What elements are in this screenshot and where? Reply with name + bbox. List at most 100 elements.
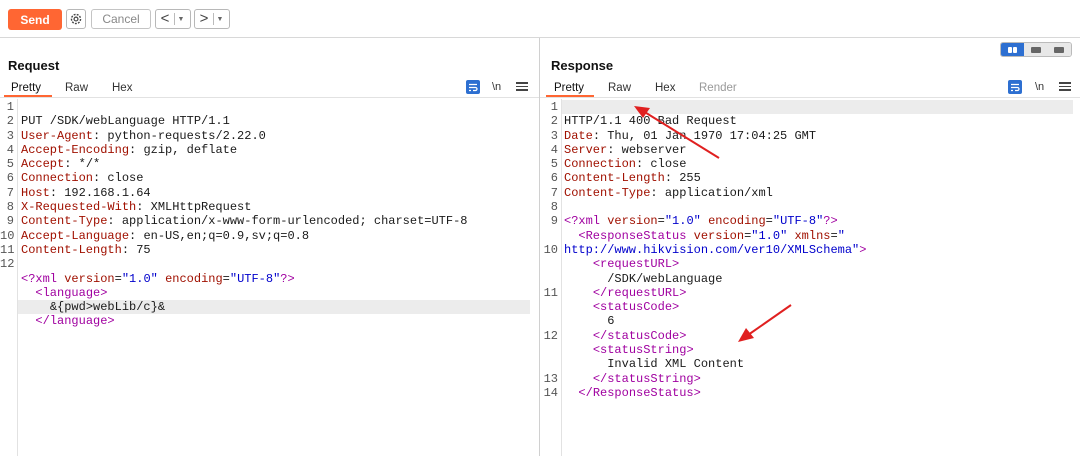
request-header-line: Content-Type: application/x-www-form-url… (21, 214, 468, 229)
line-number: 5 (6, 157, 14, 172)
response-xml-root-close: </ResponseStatus> (578, 385, 701, 400)
line-number (540, 257, 558, 271)
line-number: 12 (543, 328, 558, 343)
line-number: 2 (6, 114, 14, 129)
line-number: 9 (6, 214, 14, 229)
request-header-line: Connection: close (21, 171, 144, 186)
line-number (0, 272, 14, 286)
line-number: 12 (0, 257, 15, 272)
response-xml-declaration: <?xml version="1.0" encoding="UTF-8"?> (564, 214, 838, 229)
layout-top-bottom-icon[interactable] (1024, 43, 1048, 56)
request-wrap-icon[interactable] (466, 80, 480, 94)
line-number: 7 (550, 185, 558, 200)
request-editor[interactable]: PUT /SDK/webLanguage HTTP/1.1 User-Agent:… (21, 100, 467, 343)
response-xml-statuscode-open: <statusCode> (592, 300, 680, 315)
response-title: Response (551, 58, 614, 73)
line-number: 3 (550, 128, 558, 143)
response-xml-namespace: http://www.hikvision.com/ver10/XMLSchema… (564, 242, 867, 257)
request-tab-hex[interactable]: Hex (112, 80, 132, 98)
line-number: 7 (6, 185, 14, 200)
line-number (0, 300, 14, 314)
settings-button[interactable] (66, 9, 86, 29)
response-header-line: Date: Thu, 01 Jan 1970 17:04:25 GMT (564, 128, 817, 143)
request-newline-icon[interactable]: \n (492, 81, 501, 93)
response-xml-requesturl-close: </requestURL> (592, 285, 687, 300)
response-editor[interactable]: HTTP/1.1 400 Bad Request Date: Thu, 01 Ja… (564, 100, 866, 415)
request-xml-content: &{pwd>webLib/c}& (49, 300, 166, 315)
line-number: 4 (550, 142, 558, 157)
response-wrap-icon[interactable] (1008, 80, 1022, 94)
line-number: 6 (6, 171, 14, 186)
response-xml-statusstring-close: </statusString> (592, 371, 701, 386)
response-xml-statusstring-value: Invalid XML Content (607, 357, 745, 372)
line-number (540, 343, 558, 357)
line-number (0, 286, 14, 300)
response-header-line: Content-Type: application/xml (564, 185, 773, 200)
request-xml-open-tag: <language> (35, 285, 108, 300)
line-number (540, 272, 558, 286)
request-xml-declaration: <?xml version="1.0" encoding="UTF-8"?> (21, 271, 295, 286)
line-number: 6 (550, 171, 558, 186)
line-number: 11 (543, 285, 558, 300)
response-tab-raw[interactable]: Raw (608, 80, 631, 98)
response-header-line: Content-Length: 255 (564, 171, 701, 186)
layout-side-by-side-icon[interactable] (1001, 43, 1025, 56)
forward-dropdown-icon[interactable]: ▼ (214, 16, 226, 23)
line-number: 10 (543, 242, 558, 257)
response-newline-icon[interactable]: \n (1035, 81, 1044, 93)
forward-nav-group: > ▼ (194, 9, 230, 29)
response-header-line: Server: webserver (564, 142, 687, 157)
line-number: 10 (0, 228, 15, 243)
line-number: 13 (543, 371, 558, 386)
back-nav-group: < ▼ (155, 9, 191, 29)
response-line-numbers: 123456789 10 11 12 13 14 (540, 100, 558, 400)
request-header-line: User-Agent: python-requests/2.22.0 (21, 128, 266, 143)
line-number: 4 (6, 142, 14, 157)
response-tab-render[interactable]: Render (699, 80, 737, 98)
layout-single-icon[interactable] (1047, 43, 1071, 56)
request-header-line: Host: 192.168.1.64 (21, 185, 151, 200)
line-number: 1 (550, 100, 558, 114)
line-number: 14 (543, 385, 558, 400)
line-number: 2 (550, 114, 558, 129)
request-header-line: Content-Length: 75 (21, 242, 151, 257)
response-xml-statuscode-value: 6 (607, 314, 615, 329)
line-number: 1 (6, 100, 14, 114)
response-xml-requesturl-open: <requestURL> (592, 257, 680, 272)
request-header-line: Accept: */* (21, 157, 101, 172)
line-number: 8 (6, 200, 14, 215)
request-line-numbers: 1 2 3 4 5 6 7 8 9 10 11 12 (0, 100, 14, 314)
layout-toggle (1000, 42, 1072, 57)
line-number (540, 229, 558, 243)
response-menu-icon[interactable] (1059, 80, 1071, 92)
back-arrow-icon[interactable]: < (156, 10, 174, 28)
gear-icon (70, 13, 82, 25)
line-number (540, 300, 558, 314)
response-status-line: HTTP/1.1 400 Bad Request (564, 114, 737, 129)
line-number: 5 (550, 157, 558, 172)
request-line: PUT /SDK/webLanguage HTTP/1.1 (21, 114, 230, 129)
line-number: 8 (550, 200, 558, 215)
request-header-line: X-Requested-With: XMLHttpRequest (21, 200, 252, 215)
response-xml-statuscode-close: </statusCode> (592, 328, 687, 343)
line-number: 11 (0, 242, 15, 257)
cancel-button[interactable]: Cancel (91, 9, 151, 29)
back-dropdown-icon[interactable]: ▼ (175, 16, 187, 23)
forward-arrow-icon[interactable]: > (195, 10, 213, 28)
response-tab-hex[interactable]: Hex (655, 80, 675, 98)
response-header-line: Connection: close (564, 157, 687, 172)
request-menu-icon[interactable] (516, 80, 528, 92)
response-xml-root-open: <ResponseStatus version="1.0" xmlns=" (578, 228, 845, 243)
request-header-line: Accept-Language: en-US,en;q=0.9,sv;q=0.8 (21, 228, 310, 243)
request-header-line: Accept-Encoding: gzip, deflate (21, 142, 238, 157)
toolbar: Send Cancel < ▼ > ▼ (0, 0, 1080, 38)
request-xml-close-tag: </language> (35, 314, 115, 329)
response-xml-requesturl-value: /SDK/webLanguage (607, 271, 723, 286)
line-number (540, 314, 558, 328)
response-xml-statusstring-open: <statusString> (592, 343, 694, 358)
request-title: Request (8, 58, 60, 73)
line-number (540, 357, 558, 371)
send-button[interactable]: Send (8, 9, 62, 30)
request-tab-raw[interactable]: Raw (65, 80, 88, 98)
line-number: 9 (550, 214, 558, 229)
